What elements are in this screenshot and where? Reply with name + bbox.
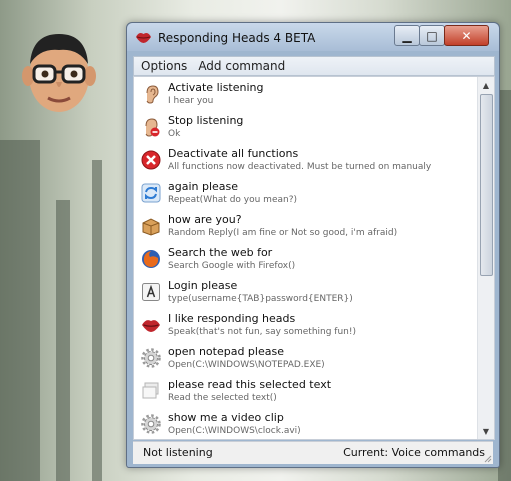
lips-icon (142, 320, 160, 332)
menu-bar: Options Add command (133, 56, 495, 76)
command-detail: All functions now deactivated. Must be t… (168, 162, 432, 172)
window-title: Responding Heads 4 BETA (158, 31, 316, 45)
command-title: I like responding heads (168, 312, 296, 325)
red-x-icon (141, 150, 161, 170)
avatar-head[interactable] (18, 26, 100, 118)
list-item[interactable]: again please Repeat(What do you mean?) (134, 176, 476, 209)
command-detail: Random Reply(I am fine or Not so good, i… (168, 228, 398, 238)
command-detail: type(username{TAB}password{ENTER}) (168, 294, 353, 304)
current-mode: Current: Voice commands (343, 446, 485, 459)
close-button[interactable]: ✕ (444, 25, 489, 46)
box-icon (142, 218, 160, 236)
command-title: Deactivate all functions (168, 147, 299, 160)
ear-icon (146, 85, 159, 104)
command-title: open notepad please (168, 345, 284, 358)
command-title: Login please (168, 279, 238, 292)
list-item[interactable]: Login please type(username{TAB}password{… (134, 275, 476, 308)
maximize-button[interactable]: □ (419, 25, 445, 46)
list-item[interactable]: how are you? Random Reply(I am fine or N… (134, 209, 476, 242)
firefox-icon (142, 250, 160, 268)
command-detail: Ok (168, 129, 181, 139)
menu-options[interactable]: Options (134, 59, 191, 73)
command-title: how are you? (168, 213, 242, 226)
scrollbar-thumb[interactable] (480, 94, 493, 276)
command-list: Activate listening I hear you Stop liste… (133, 76, 495, 440)
app-window: Responding Heads 4 BETA ▁ □ ✕ Options Ad… (126, 22, 500, 468)
list-item[interactable]: Search the web for Search Google with Fi… (134, 242, 476, 275)
scroll-up-arrow[interactable]: ▲ (478, 77, 494, 93)
list-item[interactable]: I like responding heads Speak(that's not… (134, 308, 476, 341)
command-title: show me a video clip (168, 411, 284, 424)
title-bar[interactable]: Responding Heads 4 BETA ▁ □ ✕ (127, 23, 499, 51)
list-item[interactable]: Stop listening Ok (134, 110, 476, 143)
ear-stop-icon (145, 118, 160, 137)
command-detail: Open(C:\WINDOWS\clock.avi) (168, 426, 301, 436)
close-icon: ✕ (461, 28, 472, 43)
status-bar: Not listening Current: Voice commands (133, 441, 493, 464)
gear-icon (141, 348, 161, 368)
list-item[interactable]: Deactivate all functions All functions n… (134, 143, 476, 176)
repeat-icon (141, 183, 161, 203)
command-title: again please (168, 180, 239, 193)
command-detail: Open(C:\WINDOWS\NOTEPAD.EXE) (168, 360, 325, 370)
command-title: Activate listening (168, 81, 264, 94)
list-item[interactable]: show me a video clip Open(C:\WINDOWS\clo… (134, 407, 476, 439)
command-detail: I hear you (168, 96, 214, 106)
windows-icon (142, 382, 159, 399)
command-title: Stop listening (168, 114, 244, 127)
command-detail: Speak(that's not fun, say something fun!… (168, 327, 356, 337)
menu-add-command[interactable]: Add command (191, 59, 289, 73)
background-tree (0, 140, 40, 481)
lips-icon (136, 33, 151, 43)
command-detail: Repeat(What do you mean?) (168, 195, 297, 205)
minimize-icon: ▁ (402, 28, 412, 43)
command-detail: Read the selected text() (168, 393, 277, 403)
list-item[interactable]: open notepad please Open(C:\WINDOWS\NOTE… (134, 341, 476, 374)
vertical-scrollbar[interactable]: ▲ ▼ (477, 77, 494, 439)
maximize-icon: □ (426, 28, 438, 43)
background-tree (56, 200, 70, 481)
list-item[interactable]: please read this selected text Read the … (134, 374, 476, 407)
background-tree (92, 160, 102, 481)
listening-status: Not listening (143, 446, 213, 459)
command-title: Search the web for (168, 246, 273, 259)
keyboard-a-icon (142, 283, 160, 301)
list-item[interactable]: Activate listening I hear you (134, 77, 476, 110)
command-detail: Search Google with Firefox() (168, 261, 296, 271)
minimize-button[interactable]: ▁ (394, 25, 420, 46)
command-title: please read this selected text (168, 378, 332, 391)
resize-grip-icon[interactable] (484, 455, 492, 463)
scroll-down-arrow[interactable]: ▼ (478, 423, 494, 439)
gear-icon (141, 414, 161, 434)
